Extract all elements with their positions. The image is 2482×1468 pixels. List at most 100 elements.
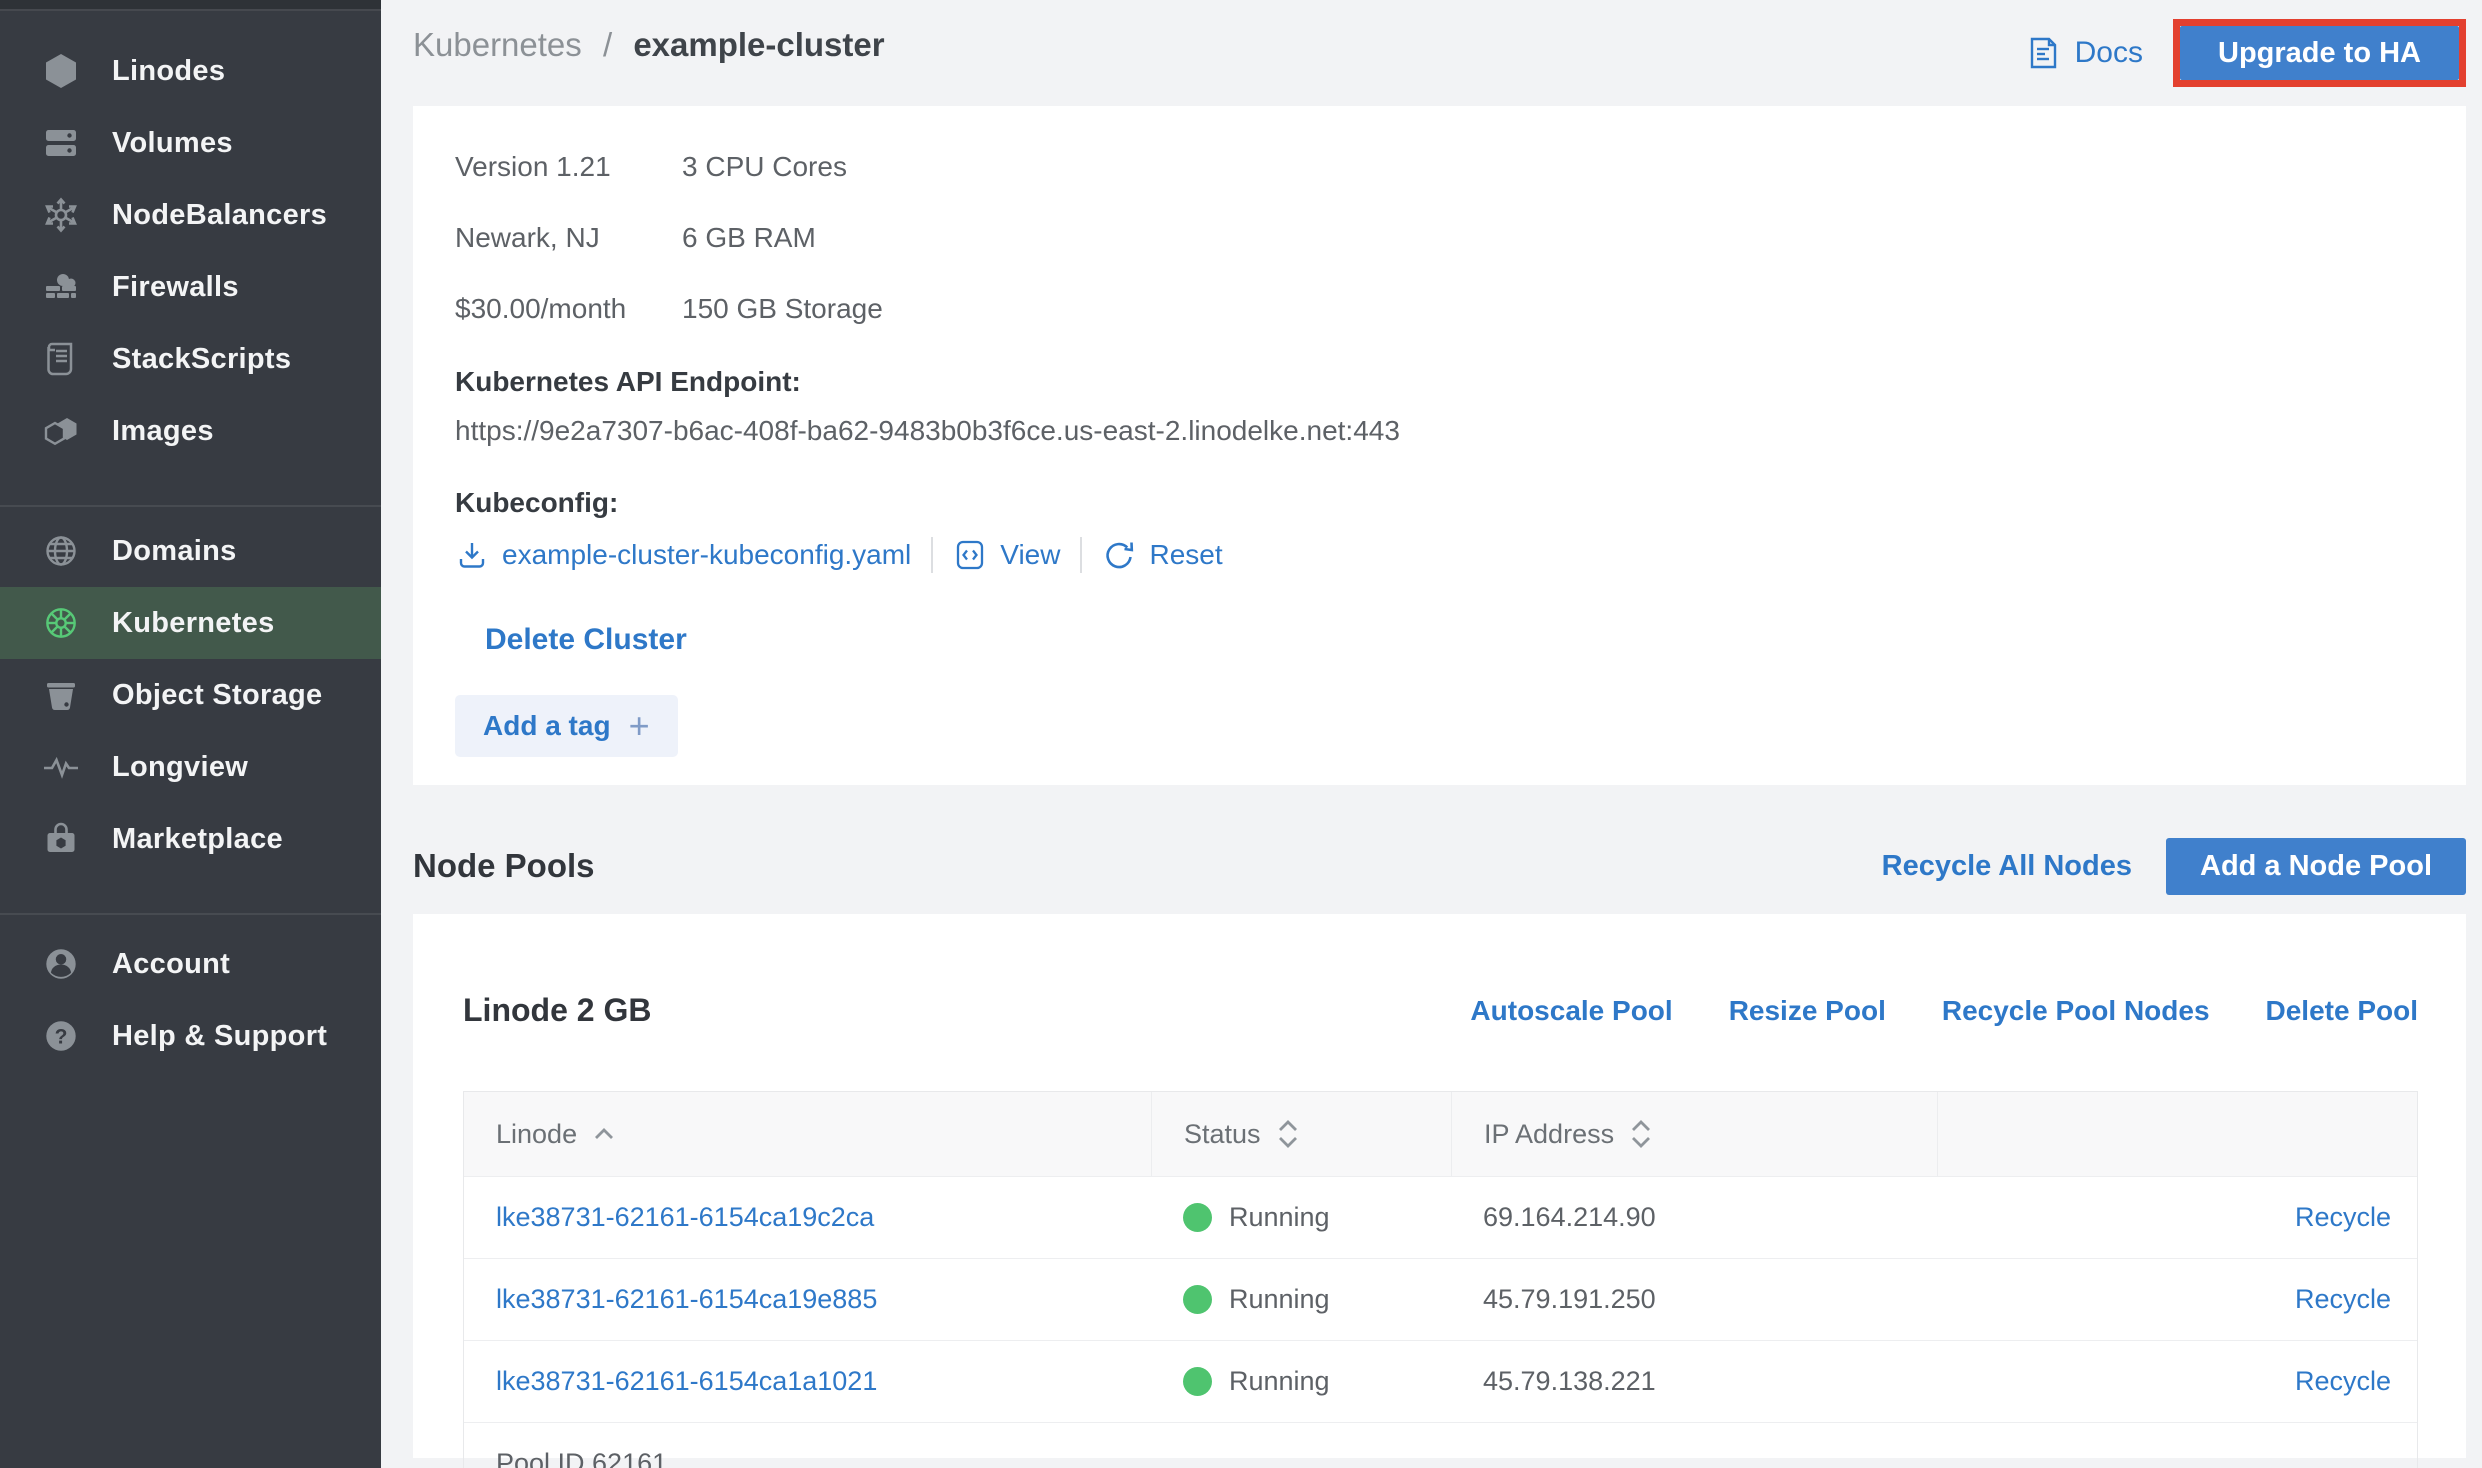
delete-cluster-link[interactable]: Delete Cluster xyxy=(485,623,687,657)
sidebar-item-domains[interactable]: Domains xyxy=(0,515,381,587)
node-table-row: lke38731-62161-6154ca1a1021 Running 45.7… xyxy=(464,1340,2417,1422)
sort-both-icon xyxy=(1277,1120,1299,1148)
reset-label: Reset xyxy=(1149,539,1222,571)
vertical-divider xyxy=(931,537,933,573)
node-pools-actions: Recycle All Nodes Add a Node Pool xyxy=(1882,838,2466,895)
marketplace-icon xyxy=(38,816,84,862)
reset-icon xyxy=(1102,538,1136,572)
sidebar-group-compute: Linodes Volumes xyxy=(0,35,381,467)
sidebar-item-nodebalancers[interactable]: NodeBalancers xyxy=(0,179,381,251)
sidebar-item-label: Volumes xyxy=(112,127,233,160)
sidebar-item-label: Help & Support xyxy=(112,1020,327,1053)
node-link[interactable]: lke38731-62161-6154ca19c2ca xyxy=(464,1202,1151,1233)
kubeconfig-download-link[interactable]: example-cluster-kubeconfig.yaml xyxy=(455,538,911,572)
sidebar-item-label: StackScripts xyxy=(112,343,291,376)
upgrade-to-ha-button[interactable]: Upgrade to HA xyxy=(2180,26,2459,80)
page-header: Kubernetes / example-cluster Docs Upgrad… xyxy=(413,0,2466,106)
recycle-node-link[interactable]: Recycle xyxy=(1937,1202,2417,1233)
kubernetes-icon xyxy=(38,600,84,646)
sidebar-item-object-storage[interactable]: Object Storage xyxy=(0,659,381,731)
sidebar-item-linodes[interactable]: Linodes xyxy=(0,35,381,107)
node-table-row: lke38731-62161-6154ca19e885 Running 45.7… xyxy=(464,1258,2417,1340)
resize-pool-link[interactable]: Resize Pool xyxy=(1729,995,1886,1027)
sidebar-item-label: Linodes xyxy=(112,55,225,88)
pool-actions: Autoscale Pool Resize Pool Recycle Pool … xyxy=(1470,995,2418,1027)
breadcrumb-cluster-name: example-cluster xyxy=(633,26,884,63)
sidebar-item-longview[interactable]: Longview xyxy=(0,731,381,803)
sidebar-item-kubernetes[interactable]: Kubernetes xyxy=(0,587,381,659)
sidebar-item-firewalls[interactable]: Firewalls xyxy=(0,251,381,323)
add-tag-button[interactable]: Add a tag + xyxy=(455,695,678,757)
node-ip: 45.79.191.250 xyxy=(1451,1284,1937,1315)
sidebar-top-divider xyxy=(0,0,381,11)
cluster-specs: Version 1.21 3 CPU Cores Newark, NJ 6 GB… xyxy=(455,151,1155,325)
sidebar-item-images[interactable]: Images xyxy=(0,395,381,467)
node-status: Running xyxy=(1151,1202,1451,1233)
recycle-node-link[interactable]: Recycle xyxy=(1937,1366,2417,1397)
add-tag-label: Add a tag xyxy=(483,710,611,742)
sidebar-item-label: Domains xyxy=(112,535,237,568)
node-link[interactable]: lke38731-62161-6154ca19e885 xyxy=(464,1284,1151,1315)
object-storage-icon xyxy=(38,672,84,718)
sidebar: Linodes Volumes xyxy=(0,0,381,1468)
column-header-actions xyxy=(1937,1092,2417,1176)
download-icon xyxy=(455,538,489,572)
vertical-divider xyxy=(1080,537,1082,573)
spec-ram: 6 GB RAM xyxy=(682,222,1155,254)
column-header-status[interactable]: Status xyxy=(1151,1092,1451,1176)
sidebar-item-account[interactable]: Account xyxy=(0,928,381,1000)
sidebar-item-volumes[interactable]: Volumes xyxy=(0,107,381,179)
plus-icon: + xyxy=(629,708,650,744)
nodebalancers-icon xyxy=(38,192,84,238)
sidebar-item-label: Firewalls xyxy=(112,271,239,304)
column-header-linode[interactable]: Linode xyxy=(464,1092,1151,1176)
sidebar-item-marketplace[interactable]: Marketplace xyxy=(0,803,381,875)
node-ip: 69.164.214.90 xyxy=(1451,1202,1937,1233)
docs-link[interactable]: Docs xyxy=(2025,35,2143,71)
delete-pool-link[interactable]: Delete Pool xyxy=(2266,995,2418,1027)
view-code-icon xyxy=(953,538,987,572)
kubeconfig-file-name: example-cluster-kubeconfig.yaml xyxy=(502,539,911,571)
autoscale-pool-link[interactable]: Autoscale Pool xyxy=(1470,995,1672,1027)
sidebar-group-account: Account ? Help & Support xyxy=(0,915,381,1072)
kubeconfig-view-link[interactable]: View xyxy=(953,538,1060,572)
account-icon xyxy=(38,941,84,987)
help-icon: ? xyxy=(38,1013,84,1059)
docs-icon xyxy=(2025,35,2061,71)
sort-both-icon xyxy=(1630,1120,1652,1148)
sidebar-group-services: Domains Kubernetes xyxy=(0,507,381,875)
linodes-icon xyxy=(38,48,84,94)
recycle-all-nodes-link[interactable]: Recycle All Nodes xyxy=(1882,850,2132,883)
add-node-pool-button[interactable]: Add a Node Pool xyxy=(2166,838,2466,895)
sidebar-item-label: NodeBalancers xyxy=(112,199,327,232)
recycle-node-link[interactable]: Recycle xyxy=(1937,1284,2417,1315)
spec-storage: 150 GB Storage xyxy=(682,293,1155,325)
breadcrumb-kubernetes-link[interactable]: Kubernetes xyxy=(413,26,582,63)
api-endpoint-label: Kubernetes API Endpoint: xyxy=(455,366,2424,398)
recycle-pool-nodes-link[interactable]: Recycle Pool Nodes xyxy=(1942,995,2210,1027)
upgrade-ha-highlight-box: Upgrade to HA xyxy=(2173,19,2466,87)
node-link[interactable]: lke38731-62161-6154ca1a1021 xyxy=(464,1366,1151,1397)
sidebar-item-help-support[interactable]: ? Help & Support xyxy=(0,1000,381,1072)
sidebar-item-stackscripts[interactable]: StackScripts xyxy=(0,323,381,395)
node-table-row: lke38731-62161-6154ca19c2ca Running 69.1… xyxy=(464,1176,2417,1258)
sidebar-item-label: Object Storage xyxy=(112,679,322,712)
svg-text:?: ? xyxy=(55,1025,68,1048)
node-table-header: Linode Status IP Address xyxy=(464,1092,2417,1176)
linode-cloud-manager: Linodes Volumes xyxy=(0,0,2482,1468)
delete-cluster-row: Delete Cluster xyxy=(455,623,2424,657)
node-ip: 45.79.138.221 xyxy=(1451,1366,1937,1397)
node-table: Linode Status IP Address xyxy=(463,1091,2418,1468)
kubeconfig-reset-link[interactable]: Reset xyxy=(1102,538,1222,572)
sidebar-nav: Linodes Volumes xyxy=(0,11,381,1072)
column-header-ip-address[interactable]: IP Address xyxy=(1451,1092,1937,1176)
domains-icon xyxy=(38,528,84,574)
kubeconfig-label: Kubeconfig: xyxy=(455,487,2424,519)
status-running-dot xyxy=(1183,1367,1212,1396)
sort-asc-icon xyxy=(593,1127,615,1141)
firewalls-icon xyxy=(38,264,84,310)
sidebar-item-label: Images xyxy=(112,415,214,448)
spec-version: Version 1.21 xyxy=(455,151,682,183)
breadcrumb: Kubernetes / example-cluster xyxy=(413,26,885,64)
header-actions: Docs Upgrade to HA xyxy=(2025,19,2466,87)
